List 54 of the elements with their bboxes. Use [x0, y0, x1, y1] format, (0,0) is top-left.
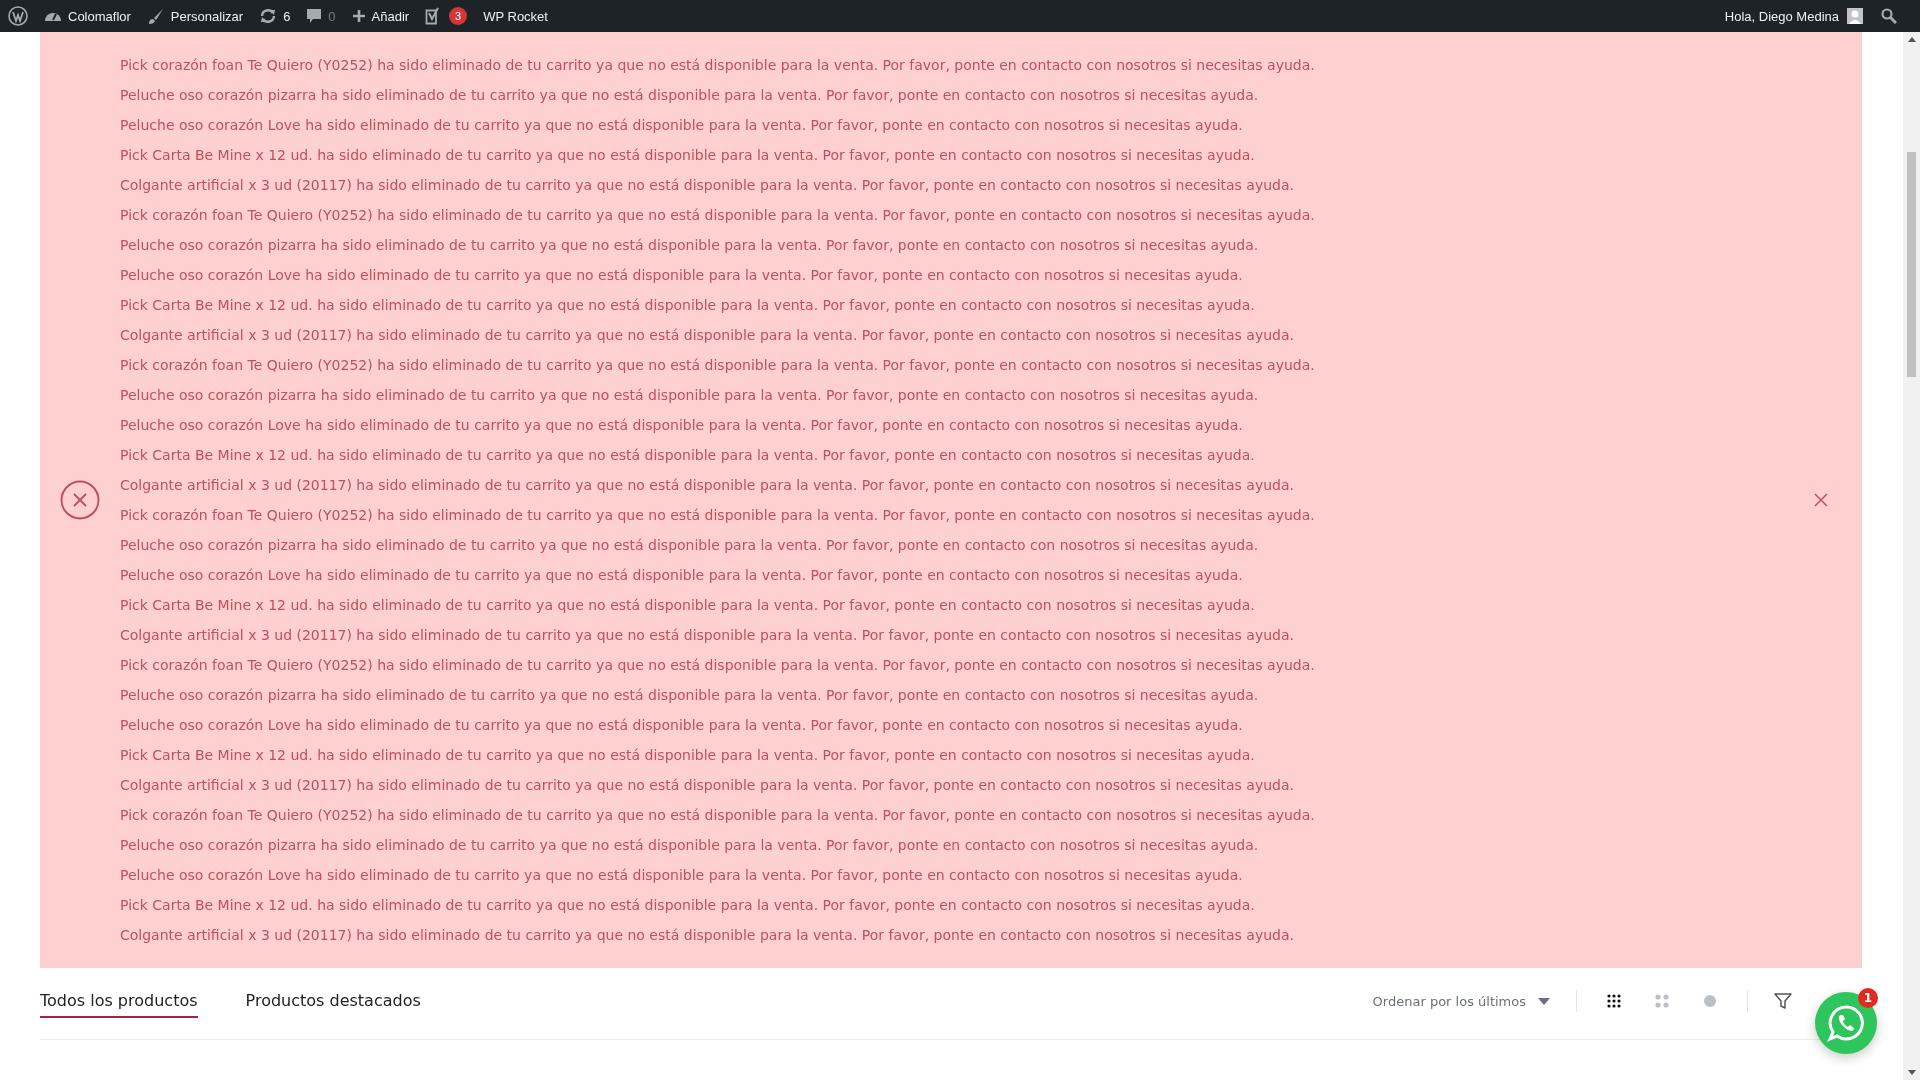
notice-message: Peluche oso corazón Love ha sido eliminado de tu carrito ya que no está disponible para la venta. Por favor, ponte en contacto con nosotros si necesitas ayuda. [120, 116, 1244, 135]
notification-badge: 1 [1858, 988, 1878, 1008]
notice-message: Colgante artificial x 3 ud (20117) ha sido eliminado de tu carrito ya que no está disponible para la venta. Por favor, ponte en contacto con nosotros si necesitas ayuda. [120, 326, 1295, 345]
caret-icon [1538, 997, 1550, 1005]
notice-message: Peluche oso corazón Love ha sido eliminado de tu carrito ya que no está disponible para la venta. Por favor, ponte en contacto con nosotros si necesitas ayuda. [120, 566, 1244, 585]
notice-message: Pick Carta Be Mine x 12 ud. ha sido eliminado de tu carrito ya que no está disponible para la venta. Por favor, ponte en contacto con nosotros si necesitas ayuda. [120, 146, 1256, 165]
notice-message: Pick Carta Be Mine x 12 ud. ha sido eliminado de tu carrito ya que no está disponible para la venta. Por favor, ponte en contacto con nosotros si necesitas ayuda. [120, 746, 1256, 765]
notice-message: Colgante artificial x 3 ud (20117) ha sido eliminado de tu carrito ya que no está disponible para la venta. Por favor, ponte en contacto con nosotros si necesitas ayuda. [120, 776, 1295, 795]
notice-message: Pick corazón foan Te Quiero (Y0252) ha sido eliminado de tu carrito ya que no está disponible para la venta. Por favor, ponte en contacto con nosotros si necesitas ayuda. [120, 206, 1316, 225]
whatsapp-button[interactable] [1815, 992, 1877, 1054]
plus-icon [351, 9, 366, 23]
admin-updates-link[interactable]: 6 [251, 0, 299, 32]
notice-message: Pick Carta Be Mine x 12 ud. ha sido eliminado de tu carrito ya que no está disponible para la venta. Por favor, ponte en contacto con nosotros si necesitas ayuda. [120, 596, 1256, 615]
notice-message: Colgante artificial x 3 ud (20117) ha sido eliminado de tu carrito ya que no está disponible para la venta. Por favor, ponte en contacto con nosotros si necesitas ayuda. [120, 176, 1295, 195]
comment-icon [306, 8, 323, 24]
notice-message: Pick corazón foan Te Quiero (Y0252) ha sido eliminado de tu carrito ya que no está disponible para la venta. Por favor, ponte en contacto con nosotros si necesitas ayuda. [120, 356, 1316, 375]
notice-message: Peluche oso corazón Love ha sido eliminado de tu carrito ya que no está disponible para la venta. Por favor, ponte en contacto con nosotros si necesitas ayuda. [120, 416, 1244, 435]
notice-message: Peluche oso corazón pizarra ha sido eliminado de tu carrito ya que no está disponible para la venta. Por favor, ponte en contacto con nosotros si necesitas ayuda. [120, 536, 1260, 555]
notice-message: Pick corazón foan Te Quiero (Y0252) ha sido eliminado de tu carrito ya que no está disponible para la venta. Por favor, ponte en contacto con nosotros si necesitas ayuda. [120, 56, 1316, 75]
admin-site-link[interactable]: Colomaflor [36, 0, 139, 32]
notice-message: Pick Carta Be Mine x 12 ud. ha sido eliminado de tu carrito ya que no está disponible para la venta. Por favor, ponte en contacto con nosotros si necesitas ayuda. [120, 296, 1256, 315]
notice-message: Colgante artificial x 3 ud (20117) ha sido eliminado de tu carrito ya que no está disponible para la venta. Por favor, ponte en contacto con nosotros si necesitas ayuda. [120, 926, 1295, 945]
sort-dropdown[interactable]: Ordenar por los últimos [1372, 993, 1550, 1009]
notice-message: Peluche oso corazón pizarra ha sido eliminado de tu carrito ya que no está disponible para la venta. Por favor, ponte en contacto con nosotros si necesitas ayuda. [120, 236, 1260, 255]
error-circle-icon [60, 480, 100, 520]
notice-message: Colgante artificial x 3 ud (20117) ha sido eliminado de tu carrito ya que no está disponible para la venta. Por favor, ponte en contacto con nosotros si necesitas ayuda. [120, 476, 1295, 495]
admin-new-link[interactable]: Añadir [343, 0, 418, 32]
scroll-up-icon[interactable] [1907, 37, 1916, 42]
admin-plain-link[interactable]: WP Rocket [475, 0, 556, 32]
admin-seo-link[interactable]: 3 [417, 0, 476, 32]
whatsapp-icon [1826, 1003, 1866, 1043]
notice-message: Pick corazón foan Te Quiero (Y0252) ha sido eliminado de tu carrito ya que no está disponible para la venta. Por favor, ponte en contacto con nosotros si necesitas ayuda. [120, 506, 1316, 525]
notice-message: Peluche oso corazón pizarra ha sido eliminado de tu carrito ya que no está disponible para la venta. Por favor, ponte en contacto con nosotros si necesitas ayuda. [120, 686, 1260, 705]
account-link[interactable]: Hola, Diego Medina [1716, 0, 1847, 32]
scroll-thumb[interactable] [1907, 152, 1916, 377]
notice-message: Pick corazón foan Te Quiero (Y0252) ha sido eliminado de tu carrito ya que no está disponible para la venta. Por favor, ponte en contacto con nosotros si necesitas ayuda. [120, 656, 1316, 675]
notice-message: Peluche oso corazón Love ha sido eliminado de tu carrito ya que no está disponible para la venta. Por favor, ponte en contacto con nosotros si necesitas ayuda. [120, 716, 1244, 735]
product-tab[interactable]: Todos los productos [40, 984, 198, 1018]
notice-message: Pick corazón foan Te Quiero (Y0252) ha sido eliminado de tu carrito ya que no está disponible para la venta. Por favor, ponte en contacto con nosotros si necesitas ayuda. [120, 806, 1316, 825]
notification-badge: 3 [449, 7, 468, 25]
admin-customize-link[interactable]: Personalizar [138, 0, 252, 32]
notice-message: Peluche oso corazón Love ha sido eliminado de tu carrito ya que no está disponible para la venta. Por favor, ponte en contacto con nosotros si necesitas ayuda. [120, 866, 1244, 885]
notice-message: Peluche oso corazón pizarra ha sido eliminado de tu carrito ya que no está disponible para la venta. Por favor, ponte en contacto con nosotros si necesitas ayuda. [120, 86, 1260, 105]
scrollbar[interactable] [1903, 32, 1920, 1080]
notice-message: Pick Carta Be Mine x 12 ud. ha sido eliminado de tu carrito ya que no está disponible para la venta. Por favor, ponte en contacto con nosotros si necesitas ayuda. [120, 446, 1256, 465]
filter-icon[interactable] [1774, 992, 1792, 1010]
product-tab[interactable]: Productos destacados [245, 984, 421, 1018]
notice-message: Peluche oso corazón pizarra ha sido eliminado de tu carrito ya que no está disponible para la venta. Por favor, ponte en contacto con nosotros si necesitas ayuda. [120, 386, 1260, 405]
notice-message: Peluche oso corazón pizarra ha sido eliminado de tu carrito ya que no está disponible para la venta. Por favor, ponte en contacto con nosotros si necesitas ayuda. [120, 836, 1260, 855]
notice-message: Pick Carta Be Mine x 12 ud. ha sido eliminado de tu carrito ya que no está disponible para la venta. Por favor, ponte en contacto con nosotros si necesitas ayuda. [120, 896, 1256, 915]
notice-message: Peluche oso corazón Love ha sido eliminado de tu carrito ya que no está disponible para la venta. Por favor, ponte en contacto con nosotros si necesitas ayuda. [120, 266, 1244, 285]
scroll-down-icon[interactable] [1907, 1070, 1916, 1075]
notice-message: Colgante artificial x 3 ud (20117) ha sido eliminado de tu carrito ya que no está disponible para la venta. Por favor, ponte en contacto con nosotros si necesitas ayuda. [120, 626, 1295, 645]
refresh-icon [259, 7, 278, 25]
